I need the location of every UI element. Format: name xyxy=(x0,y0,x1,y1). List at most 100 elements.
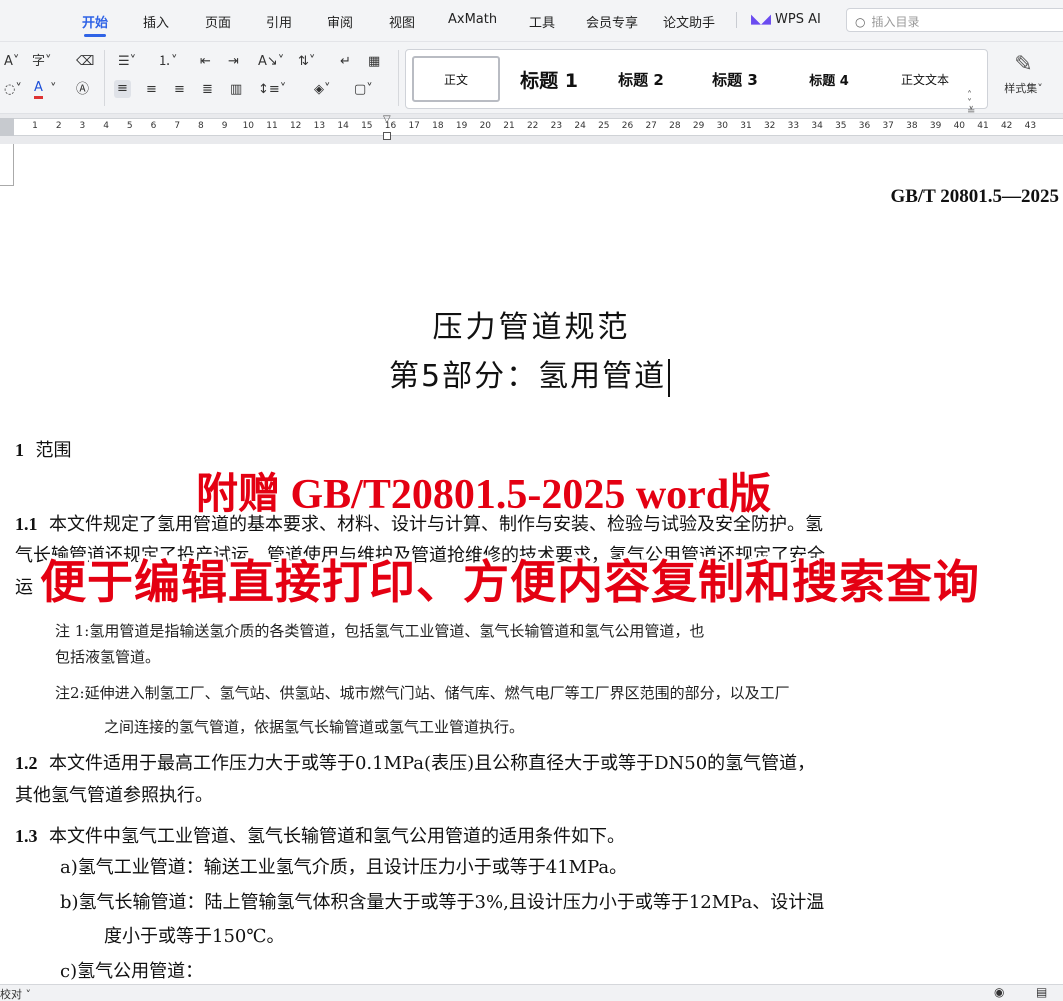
table-grid-icon[interactable]: ▦ xyxy=(368,54,380,70)
shading-icon[interactable]: ◈˅ xyxy=(314,82,331,98)
clear-format-icon[interactable]: ⌫ xyxy=(76,54,94,70)
line-break-icon[interactable]: ↵ xyxy=(340,54,351,70)
ruler-number: 23 xyxy=(550,121,563,131)
styles-scroll-icon[interactable]: ˄ ˅ ≚ xyxy=(967,91,975,117)
list-item-b-line1: b)氢气长输管道：陆上管输氢气体积含量大于或等于3%,且设计压力小于或等于12M… xyxy=(60,892,825,913)
search-placeholder: 插入目录 xyxy=(871,15,920,29)
style-set-button[interactable]: ✎ 样式集˅ xyxy=(996,50,1051,96)
highlight-icon[interactable]: ◌˅ xyxy=(4,82,22,98)
ribbon-toolbar: A˅ 字˅ ⌫ ☰˅ ⒈˅ ⇤ ⇥ A↘˅ ⇅˅ ↵ ▦ ◌˅ A ˅ Ⓐ ≡ … xyxy=(0,42,1063,117)
tab-axmath[interactable]: AxMath xyxy=(448,12,497,27)
line-spacing-icon[interactable]: ↕≡˅ xyxy=(258,82,286,98)
sort-icon[interactable]: ⇅˅ xyxy=(298,54,315,70)
style-heading-3[interactable]: 标题 3 xyxy=(692,56,778,102)
section-heading: 1 范围 xyxy=(15,435,71,466)
ruler-number: 11 xyxy=(266,121,278,131)
horizontal-ruler[interactable]: 1 2 3 4 5 6 7 8 9 10 11 12 13 14 15 16 17 18 19 20 21 22 23 24 2… xyxy=(14,118,1063,136)
note-1-line1: 注 1:氢用管道是指输送氢介质的各类管道，包括氢气工业管道、氢气长输管道和氢气公… xyxy=(55,618,704,645)
style-heading-2[interactable]: 标题 2 xyxy=(598,56,684,102)
first-line-indent-marker-icon[interactable]: ▽ xyxy=(383,114,391,125)
borders-icon[interactable]: ▢˅ xyxy=(354,82,373,98)
wps-ai-button[interactable]: ◣◢ WPS AI xyxy=(751,12,821,27)
ruler-number: 26 xyxy=(621,121,634,131)
style-normal[interactable]: 正文 xyxy=(412,56,500,102)
promo-banner-line2: 便于编辑直接打印、方便内容复制和搜索查询 xyxy=(40,555,980,609)
paragraph-1-2-line2: 其他氢气管道参照执行。 xyxy=(15,785,213,806)
ruler-number: 21 xyxy=(503,121,515,131)
tab-home[interactable]: 开始 xyxy=(82,12,108,31)
ruler-number: 3 xyxy=(79,121,86,131)
eye-protection-icon[interactable]: ◉ xyxy=(994,985,1004,999)
search-input[interactable]: ○ 插入目录 xyxy=(846,8,1063,32)
align-center-icon[interactable]: ≡ xyxy=(146,82,157,98)
clause-number: 1.3 xyxy=(15,826,38,846)
char-border-icon[interactable]: Ⓐ xyxy=(76,82,89,98)
note-label: 注 1: xyxy=(55,622,90,640)
ruler-margin xyxy=(0,118,14,136)
tab-page[interactable]: 页面 xyxy=(205,12,231,31)
phonetic-guide-icon[interactable]: 字˅ xyxy=(32,54,52,70)
ruler-number: 29 xyxy=(692,121,705,131)
note-label: 注2: xyxy=(55,684,85,702)
search-icon: ○ xyxy=(855,15,866,29)
font-color-dropdown-icon[interactable]: ˅ xyxy=(50,82,57,98)
tab-insert[interactable]: 插入 xyxy=(143,12,169,31)
ruler-number: 37 xyxy=(882,121,894,131)
tab-view[interactable]: 视图 xyxy=(389,12,415,31)
align-left-icon[interactable]: ≡ xyxy=(114,80,131,98)
ruler-number: 4 xyxy=(103,121,109,131)
page-view-icon[interactable]: ▤ xyxy=(1036,985,1047,999)
increase-indent-icon[interactable]: ⇥ xyxy=(228,54,239,70)
numbered-list-icon[interactable]: ⒈˅ xyxy=(158,54,178,70)
style-body-text[interactable]: 正文文本 xyxy=(880,56,970,102)
note-text: 氢用管道是指输送氢介质的各类管道，包括氢气工业管道、氢气长输管道和氢气公用管道，… xyxy=(89,622,705,640)
left-indent-marker-icon[interactable] xyxy=(383,132,391,140)
ruler-number: 25 xyxy=(598,121,610,131)
section-number: 1 xyxy=(15,440,24,460)
note-2-line2: 之间连接的氢气管道，依据氢气长输管道或氢气工业管道执行。 xyxy=(104,718,525,736)
style-heading-1[interactable]: 标题 1 xyxy=(506,56,592,102)
menu-divider xyxy=(736,12,737,28)
text-direction-icon[interactable]: A↘˅ xyxy=(258,54,284,70)
distributed-align-icon[interactable]: ▥ xyxy=(230,82,242,98)
ruler-number: 33 xyxy=(787,121,800,131)
ruler-number: 24 xyxy=(574,121,586,131)
clause-text: 本文件中氢气工业管道、氢气长输管道和氢气公用管道的适用条件如下。 xyxy=(48,826,625,847)
list-item-c: c)氢气公用管道： xyxy=(60,961,204,982)
style-heading-4[interactable]: 标题 4 xyxy=(786,56,872,102)
ruler-number: 7 xyxy=(174,121,181,131)
proofread-button[interactable]: 校对 ˅ xyxy=(0,986,31,1001)
decrease-indent-icon[interactable]: ⇤ xyxy=(200,54,211,70)
ruler-number: 34 xyxy=(811,121,823,131)
ruler-number: 31 xyxy=(740,121,752,131)
subtitle-text: 第5部分：氢用管道 xyxy=(389,359,667,394)
ribbon-divider xyxy=(398,50,399,106)
text-cursor xyxy=(668,358,671,397)
ruler-area: 1 2 3 4 5 6 7 8 9 10 11 12 13 14 15 16 17 18 19 20 21 22 23 24 2… xyxy=(0,114,1063,144)
ruler-number: 15 xyxy=(361,121,373,131)
tab-tools[interactable]: 工具 xyxy=(529,12,555,31)
ruler-number: 36 xyxy=(858,121,871,131)
tab-references[interactable]: 引用 xyxy=(266,12,292,31)
align-right-icon[interactable]: ≡ xyxy=(174,82,185,98)
shrink-font-icon[interactable]: A˅ xyxy=(4,54,19,70)
list-item-a: a)氢气工业管道：输送工业氢气介质，且设计压力小于或等于41MPa。 xyxy=(60,857,628,878)
tab-review[interactable]: 审阅 xyxy=(327,12,353,31)
clause-number: 1.1 xyxy=(15,514,38,534)
standard-code: GB/T 20801.5—2025 xyxy=(890,186,1059,207)
list-item-b-line2: 度小于或等于150℃。 xyxy=(104,926,285,947)
ruler-number: 10 xyxy=(242,121,255,131)
justify-icon[interactable]: ≣ xyxy=(202,82,213,98)
bullet-list-icon[interactable]: ☰˅ xyxy=(118,54,136,70)
wps-ai-logo-icon: ◣◢ xyxy=(751,12,771,27)
document-page[interactable]: GB/T 20801.5—2025 压力管道规范 第5部分：氢用管道 1 范围 … xyxy=(0,144,1063,984)
font-color-icon[interactable]: A xyxy=(34,80,43,99)
styles-gallery: 正文 标题 1 标题 2 标题 3 标题 4 正文文本 xyxy=(405,49,988,109)
style-set-label: 样式集 xyxy=(1004,82,1038,95)
section-title: 范围 xyxy=(35,440,72,461)
ruler-number: 40 xyxy=(953,121,966,131)
ruler-number: 39 xyxy=(929,121,942,131)
proofread-label: 校对 xyxy=(0,988,22,1001)
tab-member[interactable]: 会员专享 xyxy=(586,12,638,31)
tab-thesis-assistant[interactable]: 论文助手 xyxy=(663,12,715,31)
